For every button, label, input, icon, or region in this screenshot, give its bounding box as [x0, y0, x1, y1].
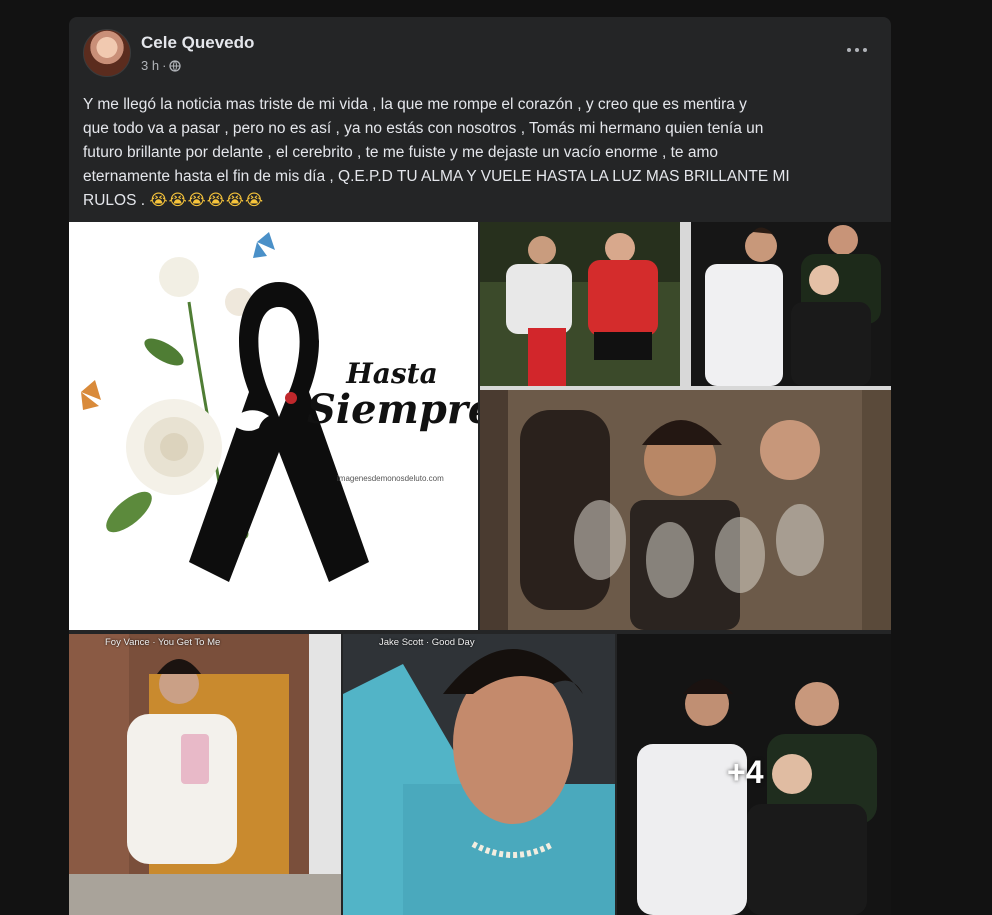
post-text-last: RULOS .	[83, 192, 146, 209]
photo-mirror-selfie[interactable]: Foy Vance · You Get To Me	[69, 634, 341, 915]
photo-toast-glasses[interactable]	[480, 390, 891, 630]
photo-selfie-curly-hair-image	[343, 634, 615, 915]
more-photos-count[interactable]: +4	[727, 754, 763, 791]
post-text-line: que todo va a pasar , pero no es así , y…	[83, 120, 764, 137]
photo-two-people-garden[interactable]	[480, 222, 680, 386]
ribbon-title: Hasta Siempre	[307, 357, 478, 433]
post-text-line: eternamente hasta el fin de mis día , Q.…	[83, 168, 790, 185]
photo-more-images[interactable]: +4	[617, 634, 891, 915]
ribbon-watermark: imagenesdemonosdeluto.com	[337, 474, 444, 483]
meta-separator: ·	[162, 58, 167, 73]
post-text-line: futuro brillante por delante , el cerebr…	[83, 144, 718, 161]
more-options-icon[interactable]	[839, 37, 875, 63]
music-tag: Jake Scott · Good Day	[379, 637, 475, 648]
photo-selfie-curly-hair[interactable]: Jake Scott · Good Day	[343, 634, 615, 915]
crying-emojis: 😭😭😭😭😭😭	[149, 192, 264, 209]
post-time[interactable]: 3 h	[141, 58, 159, 73]
photo-mourning-ribbon[interactable]: Hasta Siempre imagenesdemonosdeluto.com	[69, 222, 478, 630]
author-name[interactable]: Cele Quevedo	[141, 33, 254, 53]
ribbon-title-line2: Siempre	[307, 386, 478, 433]
post-text-line: Y me llegó la noticia mas triste de mi v…	[83, 96, 747, 113]
photo-with-grandmother-image	[691, 222, 891, 386]
post-text-line: RULOS . 😭😭😭😭😭😭	[83, 189, 883, 213]
photo-two-people-garden-image	[480, 222, 680, 386]
globe-icon[interactable]	[169, 59, 182, 72]
music-tag: Foy Vance · You Get To Me	[105, 637, 221, 648]
photo-separator	[680, 222, 691, 386]
avatar[interactable]	[83, 29, 131, 77]
post-header: Cele Quevedo 3 h ·	[69, 17, 891, 87]
photo-mirror-selfie-image	[69, 634, 341, 915]
photo-with-grandmother[interactable]	[691, 222, 891, 386]
photo-toast-glasses-image	[480, 390, 891, 630]
post-meta: 3 h ·	[141, 58, 182, 73]
post-body: Y me llegó la noticia mas triste de mi v…	[83, 93, 883, 213]
post-card: Cele Quevedo 3 h · Y me llegó la noticia…	[69, 17, 891, 915]
